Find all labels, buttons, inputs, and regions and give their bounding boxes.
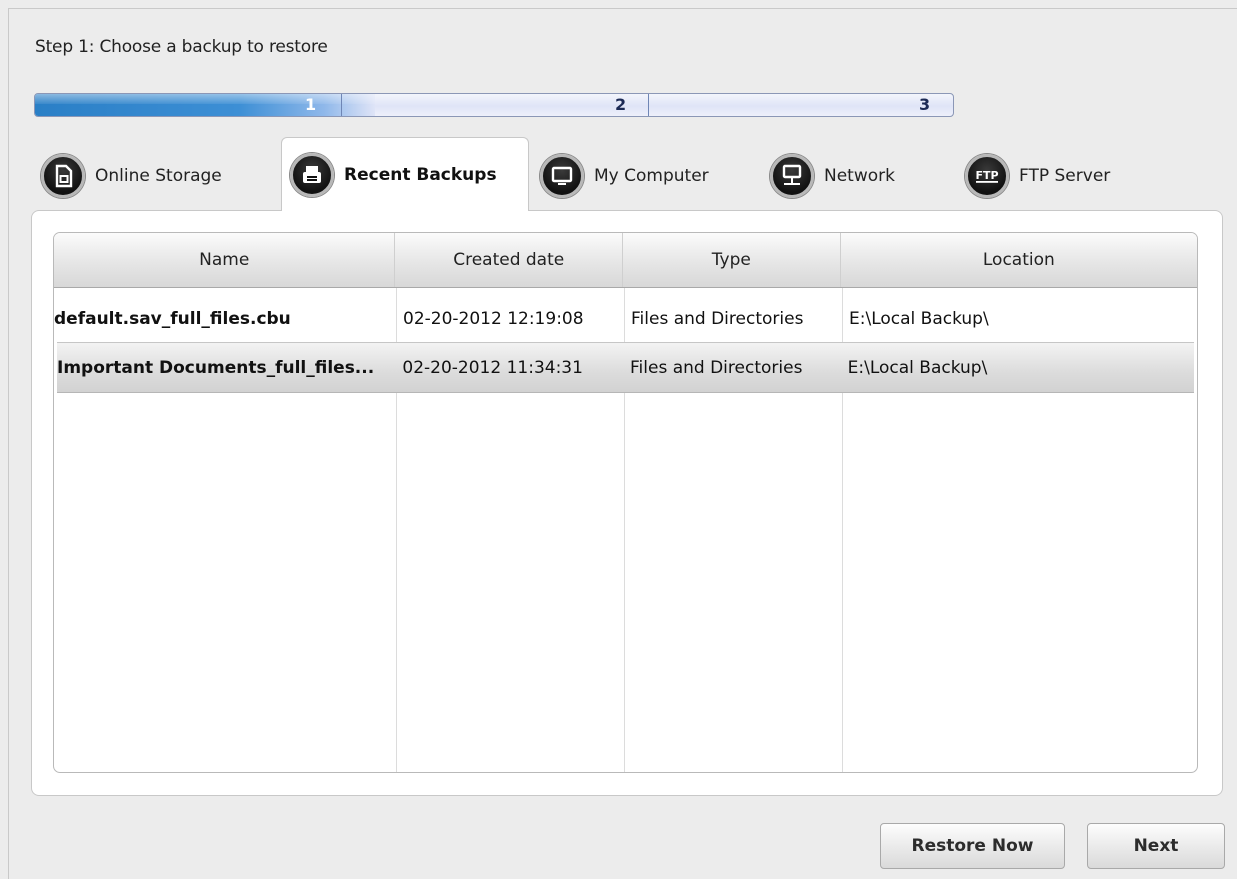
tab-label: Recent Backups	[344, 164, 497, 185]
restore-now-button[interactable]: Restore Now	[880, 823, 1065, 869]
cell-created-date: 02-20-2012 11:34:31	[402, 357, 583, 378]
backups-table: Name Created date Type Location default.…	[53, 232, 1198, 773]
progress-divider	[341, 94, 342, 116]
monitor-icon	[540, 153, 584, 198]
svg-text:FTP: FTP	[975, 169, 998, 182]
step-progress-bar: 1 2 3	[34, 93, 954, 117]
progress-step-3: 3	[919, 95, 931, 114]
next-button[interactable]: Next	[1087, 823, 1225, 869]
table-row[interactable]: default.sav_full_files.cbu 02-20-2012 12…	[54, 293, 1197, 344]
tab-network[interactable]: Network	[762, 140, 952, 211]
tab-recent-backups[interactable]: Recent Backups	[281, 137, 529, 211]
column-header-name[interactable]: Name	[54, 233, 396, 287]
step-title: Step 1: Choose a backup to restore	[35, 37, 328, 57]
cell-location: E:\Local Backup\	[849, 308, 989, 329]
content-panel: Name Created date Type Location default.…	[31, 210, 1223, 796]
tab-label: My Computer	[594, 165, 709, 186]
tab-ftp-server[interactable]: FTP FTP Server	[957, 140, 1162, 211]
tab-online-storage[interactable]: Online Storage	[33, 140, 268, 211]
tab-label: Online Storage	[95, 165, 222, 186]
progress-step-2: 2	[615, 95, 627, 114]
column-header-created-date[interactable]: Created date	[395, 233, 624, 287]
network-icon	[770, 153, 814, 198]
cell-name: default.sav_full_files.cbu	[54, 308, 291, 329]
progress-divider	[648, 94, 649, 116]
table-header: Name Created date Type Location	[54, 233, 1197, 288]
recent-backups-icon	[290, 152, 334, 197]
column-header-type[interactable]: Type	[623, 233, 841, 287]
progress-fill	[35, 94, 375, 116]
progress-step-1: 1	[305, 95, 317, 114]
column-header-location[interactable]: Location	[841, 233, 1197, 287]
cell-type: Files and Directories	[630, 357, 803, 378]
ftp-icon: FTP	[965, 153, 1009, 198]
tab-label: FTP Server	[1019, 165, 1111, 186]
cell-location: E:\Local Backup\	[847, 357, 988, 378]
cell-created-date: 02-20-2012 12:19:08	[403, 308, 584, 329]
cell-type: Files and Directories	[631, 308, 804, 329]
online-storage-icon	[41, 153, 85, 198]
table-row-selected[interactable]: Important Documents_full_files... 02-20-…	[57, 342, 1194, 393]
tab-my-computer[interactable]: My Computer	[532, 140, 752, 211]
cell-name: Important Documents_full_files...	[57, 357, 375, 378]
tab-label: Network	[824, 165, 895, 186]
